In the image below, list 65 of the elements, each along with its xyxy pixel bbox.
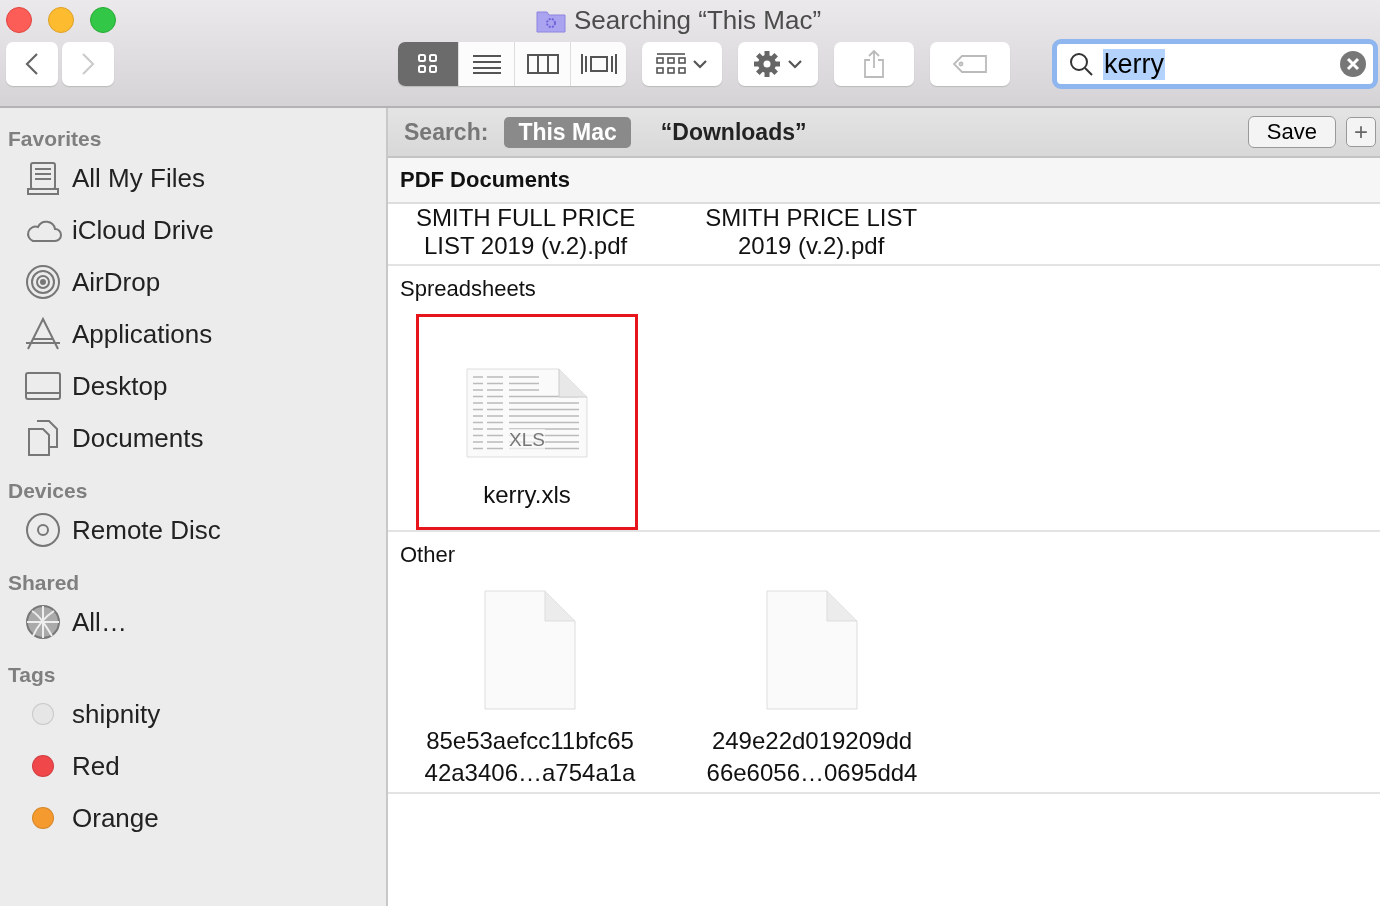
sidebar-heading: Devices [7,478,88,504]
share-icon [862,49,886,79]
sidebar-item[interactable]: shipnity [0,688,161,740]
view-button[interactable] [514,42,570,86]
zoom-button[interactable] [90,7,116,33]
sidebar-item[interactable]: Red [0,740,120,792]
sidebar-item[interactable]: Desktop [0,360,168,412]
clear-icon[interactable] [1339,50,1367,78]
action-button[interactable] [738,42,818,86]
caret-icon [787,59,803,69]
blank-file-icon [483,589,577,711]
sidebar-heading: Favorites [7,126,102,152]
gear-icon [753,50,781,78]
file-name: kerry.xls [483,480,571,510]
globe-icon [24,603,62,641]
group-title: PDF Documents [400,167,570,193]
file-name[interactable]: SMITH PRICE LIST 2019 (v.2).pdf [695,204,928,260]
file-name: 42a3406…a754a1a [424,758,636,788]
sidebar-item[interactable]: Remote Disc [0,504,221,556]
view-button[interactable] [570,42,626,86]
file-item[interactable]: 85e53aefcc11bfc65 42a3406…a754a1a [416,580,644,792]
tag-icon [952,54,988,74]
chevron-left-icon [25,52,39,76]
spreadsheet-file-icon: XLS [465,367,589,459]
sidebar-item[interactable]: Orange [0,792,159,844]
file-item[interactable]: XLS kerry.xls [416,314,638,530]
close-button[interactable] [6,7,32,33]
arrange-icon [656,52,686,76]
group-title: Other [400,542,456,568]
view-button[interactable] [458,42,514,86]
arrange-button[interactable] [642,42,722,86]
file-name[interactable]: SMITH FULL PRICE LIST 2019 (v.2).pdf [406,204,646,260]
columns-icon [526,53,559,75]
sidebar-item[interactable]: iCloud Drive [0,204,214,256]
sidebar-heading: Tags [7,662,56,688]
search-icon [1069,52,1093,76]
scope-button[interactable]: “Downloads” [646,116,821,148]
sidebar-item[interactable]: Documents [0,412,204,464]
folder-icon [536,8,566,33]
file-name: 249e22d019209dd [711,726,913,756]
group-title: Spreadsheets [400,276,536,302]
file-name: 66e6056…0695dd4 [706,758,918,788]
sidebar-item[interactable]: All… [0,596,127,648]
file-item[interactable]: 249e22d019209dd 66e6056…0695dd4 [698,580,926,792]
stack-icon [24,159,62,197]
sidebar-item[interactable]: All My Files [0,152,205,204]
disc-icon [24,511,62,549]
view-button[interactable] [398,42,458,86]
cover-flow-icon [579,52,618,76]
sidebar-item[interactable]: AirDrop [0,256,161,308]
search-scope-label: Search: [404,118,489,146]
window-title: Searching “This Mac” [574,5,822,36]
file-name: 85e53aefcc11bfc65 [426,726,634,756]
grid-icon [417,53,439,75]
list-icon [471,53,502,75]
chevron-right-icon [81,52,95,76]
search-field[interactable]: kerry [1052,39,1378,89]
blank-file-icon [765,589,859,711]
sidebar-item[interactable]: Applications [0,308,213,360]
sidebar-heading: Shared [7,570,80,596]
back-button[interactable] [6,42,58,86]
save-button[interactable]: Save [1247,116,1336,148]
airdrop-icon [24,263,62,301]
add-button[interactable]: + [1346,117,1376,147]
caret-icon [692,59,708,69]
